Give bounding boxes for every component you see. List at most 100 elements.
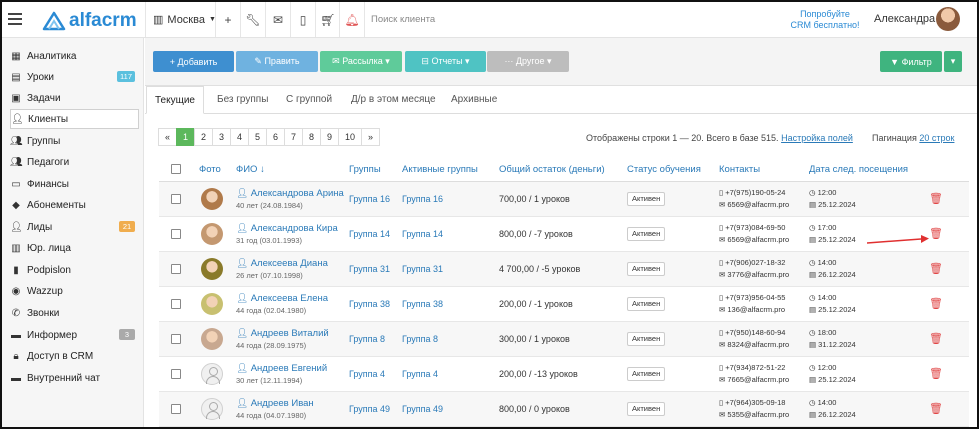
client-active-group[interactable]: Группа 8 (402, 334, 438, 344)
client-phone[interactable]: ▯ +7(906)027-18-32 (719, 258, 785, 267)
page-next[interactable]: » (361, 128, 380, 146)
page-9[interactable]: 9 (320, 128, 339, 146)
client-photo[interactable] (201, 188, 223, 210)
client-phone[interactable]: ▯ +7(973)956-04-55 (719, 293, 785, 302)
table-row[interactable]: 👤︎ Александрова Арина 40 лет (24.08.1984… (159, 182, 969, 217)
client-name[interactable]: 👤︎ Александрова Арина (236, 188, 344, 199)
col-active-groups[interactable]: Активные группы (402, 164, 478, 175)
client-email[interactable]: ✉ 136@alfacrm.pro (719, 305, 785, 314)
client-email[interactable]: ✉ 3776@alfacrm.pro (719, 270, 789, 279)
client-email[interactable]: ✉ 6569@alfacrm.pro (719, 235, 789, 244)
tab-archive[interactable]: Архивные (443, 86, 505, 114)
client-photo[interactable] (201, 223, 223, 245)
client-group[interactable]: Группа 8 (349, 334, 385, 344)
client-active-group[interactable]: Группа 4 (402, 369, 438, 379)
sidebar-item-legal[interactable]: ▥ Юр. лица (10, 238, 139, 258)
col-contacts[interactable]: Контакты (719, 164, 760, 175)
client-phone[interactable]: ▯ +7(975)190-05-24 (719, 188, 785, 197)
field-settings-link[interactable]: Настройка полей (781, 133, 853, 143)
reports-button[interactable]: ⊟ Отчеты ▾ (405, 51, 486, 72)
row-checkbox[interactable] (171, 369, 181, 379)
trash-icon[interactable]: 🗑︎ (929, 227, 943, 241)
user-name[interactable]: Александра (874, 13, 935, 25)
row-checkbox[interactable] (171, 264, 181, 274)
mailing-button[interactable]: ✉ Рассылка ▾ (320, 51, 402, 72)
sidebar-item-subscriptions[interactable]: ◆ Абонементы (10, 195, 139, 215)
table-row[interactable]: 👤︎ Андреев Виталий 44 года (28.09.1975) … (159, 322, 969, 357)
client-phone[interactable]: ▯ +7(934)872-51-22 (719, 363, 785, 372)
table-row[interactable]: 👤︎ Андреев Евгений 30 лет (12.11.1994) Г… (159, 357, 969, 392)
row-checkbox[interactable] (171, 404, 181, 414)
client-phone[interactable]: ▯ +7(964)305-09-18 (719, 398, 785, 407)
filter-dropdown-button[interactable]: ▾ (944, 51, 962, 72)
client-photo[interactable] (201, 398, 223, 420)
client-group[interactable]: Группа 14 (349, 229, 390, 239)
client-group[interactable]: Группа 31 (349, 264, 390, 274)
client-email[interactable]: ✉ 5355@alfacrm.pro (719, 410, 789, 419)
tab-no-group[interactable]: Без группы (209, 86, 276, 114)
trash-icon[interactable]: 🗑︎ (929, 297, 943, 311)
sidebar-item-informer[interactable]: ▬ Информер 3 (10, 325, 139, 345)
client-name[interactable]: 👤︎ Андреев Виталий (236, 328, 329, 339)
mobile-icon[interactable]: ▯ (290, 2, 315, 37)
trash-icon[interactable]: 🗑︎ (929, 402, 943, 416)
page-8[interactable]: 8 (302, 128, 321, 146)
client-email[interactable]: ✉ 8324@alfacrm.pro (719, 340, 789, 349)
add-button[interactable]: + Добавить (153, 51, 234, 72)
sidebar-item-teachers[interactable]: 👥︎ Педагоги (10, 152, 139, 172)
bell-icon[interactable]: 🔔︎ (339, 2, 364, 37)
logo[interactable]: alfacrm (42, 10, 137, 32)
client-group[interactable]: Группа 4 (349, 369, 385, 379)
client-group[interactable]: Группа 16 (349, 194, 390, 204)
trash-icon[interactable]: 🗑︎ (929, 192, 943, 206)
page-4[interactable]: 4 (230, 128, 249, 146)
mail-icon[interactable]: ✉ (265, 2, 290, 37)
client-photo[interactable] (201, 293, 223, 315)
page-1[interactable]: 1 (176, 128, 195, 146)
trash-icon[interactable]: 🗑︎ (929, 262, 943, 276)
client-email[interactable]: ✉ 7665@alfacrm.pro (719, 375, 789, 384)
page-prev[interactable]: « (158, 128, 177, 146)
col-name[interactable]: ФИО ↓ (236, 164, 265, 175)
col-groups[interactable]: Группы (349, 164, 381, 175)
select-all-checkbox[interactable] (171, 164, 181, 174)
trash-icon[interactable]: 🗑︎ (929, 332, 943, 346)
page-7[interactable]: 7 (284, 128, 303, 146)
wrench-icon[interactable]: 🔧︎ (240, 2, 265, 37)
client-active-group[interactable]: Группа 38 (402, 299, 443, 309)
client-active-group[interactable]: Группа 49 (402, 404, 443, 414)
client-group[interactable]: Группа 38 (349, 299, 390, 309)
sidebar-item-groups[interactable]: 👥︎ Группы (10, 131, 139, 151)
table-row[interactable]: 👤︎ Алексеева Елена 44 года (02.04.1980) … (159, 287, 969, 322)
sidebar-item-calls[interactable]: ✆ Звонки (10, 303, 139, 323)
row-checkbox[interactable] (171, 334, 181, 344)
col-balance[interactable]: Общий остаток (деньги) (499, 164, 605, 175)
page-3[interactable]: 3 (212, 128, 231, 146)
user-avatar[interactable] (936, 7, 960, 31)
page-6[interactable]: 6 (266, 128, 285, 146)
other-button[interactable]: ··· Другое ▾ (487, 51, 569, 72)
client-photo[interactable] (201, 258, 223, 280)
try-free-link[interactable]: Попробуйте CRM бесплатно! (784, 9, 866, 31)
client-active-group[interactable]: Группа 14 (402, 229, 443, 239)
client-active-group[interactable]: Группа 31 (402, 264, 443, 274)
sidebar-item-leads[interactable]: 👤︎ Лиды 21 (10, 217, 139, 237)
sidebar-item-tasks[interactable]: ▣ Задачи (10, 88, 139, 108)
row-checkbox[interactable] (171, 299, 181, 309)
page-5[interactable]: 5 (248, 128, 267, 146)
plus-icon[interactable]: + (215, 2, 240, 37)
edit-button[interactable]: ✎ Править (236, 51, 318, 72)
search-input[interactable]: Поиск клиента (364, 2, 704, 37)
tab-current[interactable]: Текущие (146, 86, 204, 114)
client-phone[interactable]: ▯ +7(973)084-69-50 (719, 223, 785, 232)
filter-button[interactable]: ▼ Фильтр (880, 51, 942, 72)
sidebar-item-clients[interactable]: 👤︎ Клиенты (10, 109, 139, 129)
page-10[interactable]: 10 (338, 128, 362, 146)
trash-icon[interactable]: 🗑︎ (929, 367, 943, 381)
tab-with-group[interactable]: С группой (278, 86, 340, 114)
row-checkbox[interactable] (171, 229, 181, 239)
client-photo[interactable] (201, 363, 223, 385)
col-status[interactable]: Статус обучения (627, 164, 701, 175)
client-name[interactable]: 👤︎ Алексеева Диана (236, 258, 328, 269)
client-group[interactable]: Группа 49 (349, 404, 390, 414)
